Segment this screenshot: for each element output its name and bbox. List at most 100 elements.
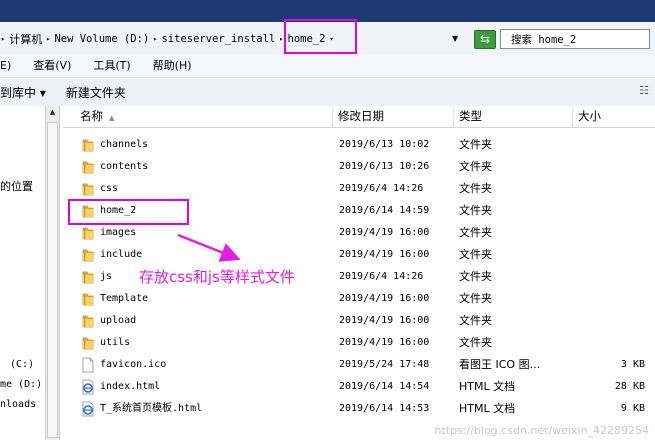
nav-recent-places[interactable]: 的位置 — [0, 178, 33, 194]
menu-view[interactable]: 查看(V) — [22, 57, 82, 73]
nav-drive-d[interactable]: me (D:) — [0, 379, 42, 390]
folder-icon — [80, 181, 96, 197]
home2-highlight-box — [68, 199, 189, 225]
column-header-size[interactable]: 大小 — [573, 106, 655, 127]
folder-icon — [80, 291, 96, 307]
file-row[interactable]: utils 2019/4/19 16:00 文件夹 — [63, 332, 655, 354]
column-header-type-label: 类型 — [459, 109, 482, 123]
file-type: 文件夹 — [459, 270, 492, 283]
file-name: index.html — [100, 381, 161, 392]
folder-icon — [80, 313, 96, 329]
file-row[interactable]: Template 2019/4/19 16:00 文件夹 — [63, 288, 655, 310]
file-date: 2019/6/14 14:54 — [339, 381, 430, 392]
view-options-icon[interactable]: ☷ — [637, 84, 651, 98]
column-header-name[interactable]: 名称 ▲ — [63, 106, 333, 127]
search-placeholder: 搜索 home_2 — [511, 33, 577, 46]
file-date: 2019/6/14 14:53 — [339, 403, 430, 414]
file-row[interactable]: contents 2019/6/13 10:26 文件夹 — [63, 156, 655, 178]
folder-icon — [80, 335, 96, 351]
navigation-pane: 的位置 (C:) me (D:) nloads — [0, 106, 44, 440]
file-type: 文件夹 — [459, 138, 492, 151]
file-size: 28 KB — [614, 381, 645, 392]
file-type: 文件夹 — [459, 204, 492, 217]
annotation-arrow — [177, 233, 241, 262]
sort-ascending-icon: ▲ — [109, 114, 115, 122]
crumb-siteserver[interactable]: siteserver_install — [158, 33, 278, 45]
file-type: 文件夹 — [459, 182, 492, 195]
file-row[interactable]: images 2019/4/19 16:00 文件夹 — [63, 222, 655, 244]
refresh-arrows-icon[interactable]: ⇆ — [474, 30, 496, 49]
file-name: images — [100, 227, 137, 238]
ie-html-icon — [80, 379, 96, 395]
ico-file-icon — [80, 357, 96, 373]
watermark: https://blog.csdn.net/weixin_42289254 — [434, 424, 649, 437]
file-date: 2019/6/4 14:26 — [339, 271, 424, 282]
crumb-drive[interactable]: New Volume (D:) — [51, 33, 152, 45]
file-row[interactable]: include 2019/4/19 16:00 文件夹 — [63, 244, 655, 266]
file-type: 文件夹 — [459, 292, 492, 305]
column-header-size-label: 大小 — [578, 109, 601, 123]
file-date: 2019/6/4 14:26 — [339, 183, 424, 194]
search-input[interactable]: 搜索 home_2 — [500, 29, 650, 49]
file-date: 2019/4/19 16:00 — [339, 227, 430, 238]
include-in-library-button[interactable]: 到库中 ▾ — [0, 84, 46, 101]
nav-drive-c[interactable]: (C:) — [10, 359, 34, 370]
menu-tools[interactable]: 工具(T) — [82, 57, 141, 73]
scroll-up-arrow-icon[interactable]: ▲ — [46, 108, 59, 120]
file-row[interactable]: css 2019/6/4 14:26 文件夹 — [63, 178, 655, 200]
scrollbar-thumb[interactable] — [47, 122, 58, 438]
file-type: 文件夹 — [459, 160, 492, 173]
file-row[interactable]: T_系统首页模板.html 2019/6/14 14:53 HTML 文档 9 KB — [63, 398, 655, 420]
menu-edit[interactable]: E) — [0, 59, 22, 72]
crumb-computer[interactable]: 计算机 — [6, 31, 45, 47]
annotation-text: 存放css和js等样式文件 — [139, 268, 295, 286]
folder-icon — [80, 159, 96, 175]
file-type: 文件夹 — [459, 314, 492, 327]
file-name: contents — [100, 161, 149, 172]
file-type: 文件夹 — [459, 248, 492, 261]
file-row[interactable]: upload 2019/4/19 16:00 文件夹 — [63, 310, 655, 332]
file-row[interactable]: index.html 2019/6/14 14:54 HTML 文档 28 KB — [63, 376, 655, 398]
ie-html-icon — [80, 401, 96, 417]
folder-icon — [80, 137, 96, 153]
file-row[interactable]: favicon.ico 2019/5/24 17:48 看图王 ICO 图... 3 … — [63, 354, 655, 376]
file-date: 2019/6/14 14:59 — [339, 205, 430, 216]
file-date: 2019/4/19 16:00 — [339, 249, 430, 260]
file-name: upload — [100, 315, 137, 326]
file-name: channels — [100, 139, 149, 150]
column-header-name-label: 名称 — [80, 109, 103, 123]
column-headers: 名称 ▲ 修改日期 类型 大小 — [63, 106, 655, 128]
file-date: 2019/6/13 10:26 — [339, 161, 430, 172]
column-header-date[interactable]: 修改日期 — [333, 106, 454, 127]
column-header-date-label: 修改日期 — [338, 109, 384, 123]
file-date: 2019/6/13 10:02 — [339, 139, 430, 150]
file-name: include — [100, 249, 143, 260]
file-type: 看图王 ICO 图... — [459, 358, 541, 371]
nav-downloads[interactable]: nloads — [0, 399, 36, 410]
file-size: 9 KB — [620, 403, 645, 414]
command-toolbar: 到库中 ▾ 新建文件夹 ☷ — [0, 77, 655, 107]
file-type: HTML 文档 — [459, 402, 516, 415]
file-row[interactable]: channels 2019/6/13 10:02 文件夹 — [63, 134, 655, 156]
folder-icon — [80, 225, 96, 241]
folder-icon — [80, 269, 96, 285]
menu-bar: E) 查看(V) 工具(T) 帮助(H) — [0, 54, 655, 76]
current-folder-highlight-box — [284, 19, 357, 54]
file-name: css — [100, 183, 119, 194]
file-name: utils — [100, 337, 131, 348]
new-folder-button[interactable]: 新建文件夹 — [66, 84, 126, 101]
file-size: 3 KB — [620, 359, 645, 370]
file-type: 文件夹 — [459, 336, 492, 349]
file-type: 文件夹 — [459, 226, 492, 239]
file-date: 2019/5/24 17:48 — [339, 359, 430, 370]
file-type: HTML 文档 — [459, 380, 516, 393]
column-header-type[interactable]: 类型 — [454, 106, 573, 127]
file-date: 2019/4/19 16:00 — [339, 315, 430, 326]
menu-help[interactable]: 帮助(H) — [142, 57, 203, 73]
nav-pane-scrollbar[interactable]: ▲ — [45, 106, 59, 440]
file-name: T_系统首页模板.html — [100, 403, 203, 414]
address-history-dropdown-icon[interactable]: ▼ — [452, 34, 458, 43]
file-name: favicon.ico — [100, 359, 167, 370]
file-name: js — [100, 271, 113, 282]
file-date: 2019/4/19 16:00 — [339, 337, 430, 348]
